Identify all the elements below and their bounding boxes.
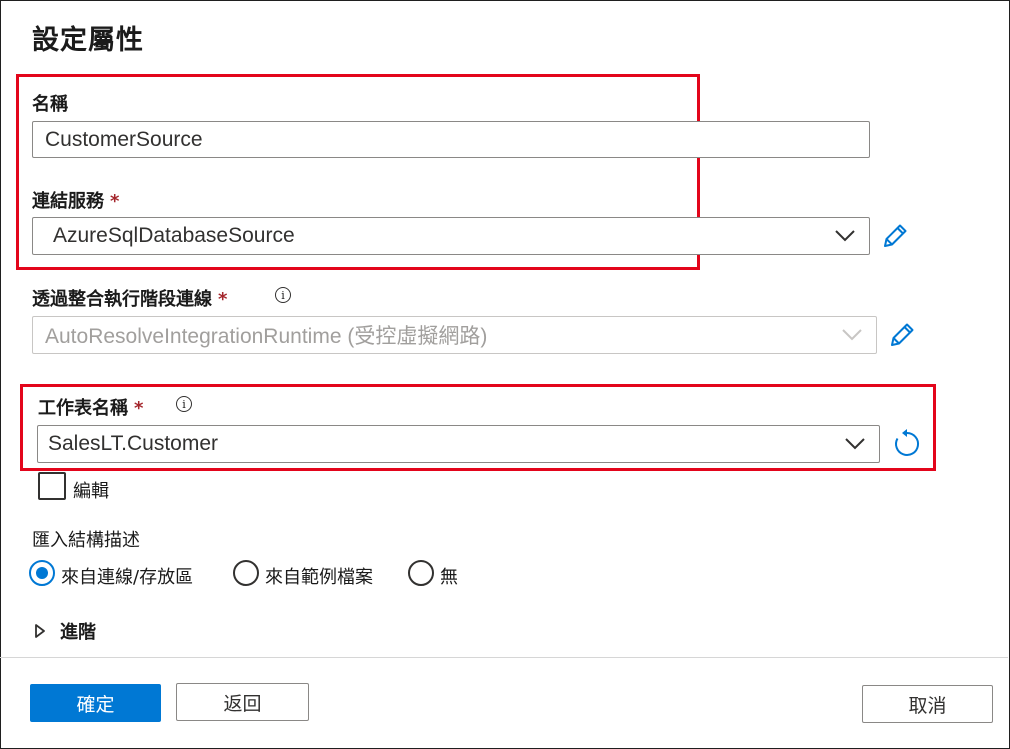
- required-marker: *: [110, 191, 120, 212]
- table-name-value: SalesLT.Customer: [48, 432, 219, 455]
- required-marker: *: [218, 289, 228, 310]
- back-button[interactable]: 返回: [176, 683, 309, 721]
- chevron-down-icon: [842, 329, 862, 341]
- refresh-icon[interactable]: [891, 428, 923, 460]
- radio-from-connection[interactable]: [29, 560, 55, 586]
- name-label: 名稱: [32, 94, 68, 115]
- cancel-button[interactable]: 取消: [862, 685, 993, 723]
- linked-service-value: AzureSqlDatabaseSource: [53, 224, 295, 247]
- caret-right-icon: [35, 624, 45, 638]
- footer-divider: [0, 657, 1008, 658]
- integration-runtime-label-text: 透過整合執行階段連線: [32, 289, 212, 310]
- name-input-value: CustomerSource: [45, 127, 203, 151]
- edit-checkbox[interactable]: [38, 472, 66, 500]
- radio-none-label: 無: [440, 567, 458, 588]
- chevron-down-icon: [845, 438, 865, 450]
- info-icon[interactable]: i: [176, 396, 192, 412]
- pencil-icon[interactable]: [881, 222, 909, 250]
- linked-service-label: 連結服務 *: [32, 187, 119, 213]
- radio-from-sample-file[interactable]: [233, 560, 259, 586]
- panel-title: 設定屬性: [32, 25, 144, 56]
- linked-service-label-text: 連結服務: [32, 191, 104, 212]
- chevron-down-icon: [835, 230, 855, 242]
- ok-button[interactable]: 確定: [30, 684, 161, 722]
- table-name-label: 工作表名稱 *: [38, 394, 143, 420]
- integration-runtime-label: 透過整合執行階段連線 *: [32, 285, 227, 311]
- integration-runtime-dropdown: AutoResolveIntegrationRuntime (受控虛擬網路): [32, 316, 877, 354]
- linked-service-dropdown[interactable]: AzureSqlDatabaseSource: [32, 217, 870, 255]
- edit-checkbox-label: 編輯: [73, 481, 109, 502]
- table-name-label-text: 工作表名稱: [38, 398, 128, 419]
- advanced-label: 進階: [60, 622, 96, 643]
- info-icon[interactable]: i: [275, 287, 291, 303]
- radio-none[interactable]: [408, 560, 434, 586]
- radio-from-sample-file-label: 來自範例檔案: [265, 567, 373, 588]
- pencil-icon[interactable]: [888, 321, 916, 349]
- radio-from-connection-label: 來自連線/存放區: [61, 567, 194, 588]
- advanced-toggle[interactable]: 進階: [34, 618, 96, 644]
- name-input[interactable]: CustomerSource: [32, 121, 870, 158]
- table-name-dropdown[interactable]: SalesLT.Customer: [37, 425, 880, 463]
- import-schema-label: 匯入結構描述: [32, 530, 140, 551]
- required-marker: *: [134, 398, 144, 419]
- integration-runtime-value: AutoResolveIntegrationRuntime (受控虛擬網路): [45, 325, 488, 348]
